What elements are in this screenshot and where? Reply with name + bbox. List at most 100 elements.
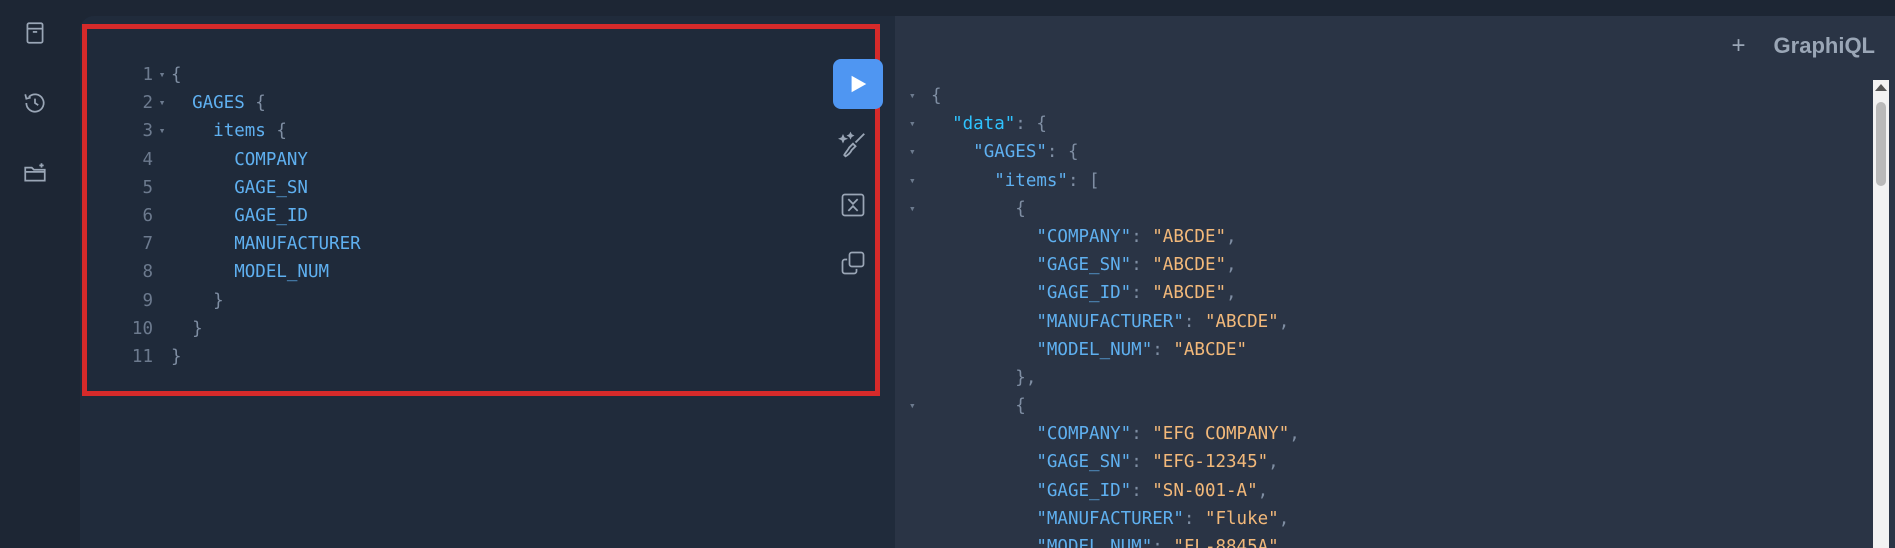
- scroll-thumb[interactable]: [1876, 102, 1886, 186]
- brand-logo: GraphiQL: [1773, 33, 1875, 58]
- result-text: {: [1015, 396, 1026, 417]
- fold-gutter: [153, 258, 171, 286]
- result-line: "GAGE_ID": "ABCDE",: [909, 279, 1300, 307]
- result-line: ▾ "items": [: [909, 167, 1300, 195]
- code-text: {: [171, 65, 182, 85]
- code-text: GAGE_ID: [234, 205, 308, 226]
- result-line: "COMPANY": "ABCDE",: [909, 223, 1300, 251]
- fold-toggle-icon[interactable]: ▾: [909, 167, 931, 195]
- fold-toggle-icon[interactable]: ▾: [153, 61, 171, 89]
- result-text: "GAGE_ID": "SN-001-A",: [1036, 480, 1269, 501]
- query-editor-pane: 1 ▾{2 ▾ GAGES {3 ▾ items {4 COMPANY 5 GAGE_S…: [80, 16, 895, 548]
- result-line: "MODEL_NUM": "FL-8845A": [909, 533, 1300, 548]
- query-editor[interactable]: 1 ▾{2 ▾ GAGES {3 ▾ items {4 COMPANY 5 GAGE_S…: [82, 24, 883, 396]
- result-text: "items": [: [994, 170, 1100, 191]
- sidebar: [0, 0, 72, 548]
- line-number: 4: [142, 149, 153, 170]
- result-line: "MODEL_NUM": "ABCDE": [909, 336, 1300, 364]
- result-line: ▾ "GAGES": {: [909, 138, 1300, 166]
- result-text: "MODEL_NUM": "ABCDE": [1036, 339, 1248, 360]
- history-icon[interactable]: [20, 88, 50, 118]
- fold-gutter: [153, 230, 171, 258]
- result-text: {: [931, 86, 942, 106]
- code-line[interactable]: 5 GAGE_SN: [115, 174, 361, 202]
- fold-gutter: [153, 202, 171, 230]
- code-line[interactable]: 4 COMPANY: [115, 146, 361, 174]
- copy-query-button[interactable]: [829, 239, 877, 287]
- code-text: MODEL_NUM: [234, 262, 330, 283]
- fold-gutter: [909, 505, 931, 533]
- result-line: ▾ "data": {: [909, 110, 1300, 138]
- result-text: "COMPANY": "ABCDE",: [1036, 226, 1237, 247]
- line-number: 2: [142, 93, 153, 114]
- code-line[interactable]: 9 }: [115, 287, 361, 315]
- scroll-up-arrow[interactable]: [1875, 84, 1887, 91]
- fold-gutter: [153, 343, 171, 371]
- result-scrollbar[interactable]: [1873, 80, 1889, 548]
- fold-toggle-icon[interactable]: ▾: [909, 82, 931, 110]
- code-line[interactable]: 6 GAGE_ID: [115, 202, 361, 230]
- code-line[interactable]: 10 }: [115, 315, 361, 343]
- result-line: "GAGE_SN": "ABCDE",: [909, 251, 1300, 279]
- result-line: "MANUFACTURER": "Fluke",: [909, 505, 1300, 533]
- result-line: "MANUFACTURER": "ABCDE",: [909, 308, 1300, 336]
- code-text: GAGES {: [192, 93, 266, 114]
- fold-gutter: [909, 477, 931, 505]
- result-pane: + GraphiQL ▾{▾ "data": {▾ "GAGES": {▾ "i…: [895, 16, 1895, 548]
- code-line[interactable]: 1 ▾{: [115, 61, 361, 89]
- line-number: 3: [142, 121, 153, 142]
- result-line: },: [909, 364, 1300, 392]
- query-code[interactable]: 1 ▾{2 ▾ GAGES {3 ▾ items {4 COMPANY 5 GAGE_S…: [115, 61, 361, 371]
- docs-icon[interactable]: [20, 18, 50, 48]
- code-line[interactable]: 3 ▾ items {: [115, 117, 361, 145]
- result-line: ▾ {: [909, 195, 1300, 223]
- prettify-icon: [838, 131, 865, 158]
- fold-gutter: [153, 174, 171, 202]
- fold-gutter: [909, 223, 931, 251]
- line-number: 7: [142, 234, 153, 255]
- result-text: "GAGE_ID": "ABCDE",: [1036, 283, 1237, 304]
- fold-gutter: [909, 448, 931, 476]
- run-query-button[interactable]: [833, 59, 883, 109]
- prettify-button[interactable]: [829, 121, 877, 169]
- result-text: "MANUFACTURER": "Fluke",: [1036, 508, 1290, 529]
- line-number: 5: [142, 177, 153, 198]
- fold-toggle-icon[interactable]: ▾: [909, 110, 931, 138]
- code-text: items {: [213, 121, 287, 142]
- fold-toggle-icon[interactable]: ▾: [153, 117, 171, 145]
- result-text: {: [1015, 198, 1026, 219]
- fold-gutter: [153, 287, 171, 315]
- main-panel: 1 ▾{2 ▾ GAGES {3 ▾ items {4 COMPANY 5 GAGE_S…: [80, 16, 1895, 548]
- fold-toggle-icon[interactable]: ▾: [909, 195, 931, 223]
- add-tab-button[interactable]: +: [1732, 32, 1746, 60]
- line-number: 11: [131, 346, 153, 367]
- result-text: "COMPANY": "EFG COMPANY",: [1036, 424, 1300, 445]
- result-line: "GAGE_ID": "SN-001-A",: [909, 477, 1300, 505]
- merge-fragments-button[interactable]: [829, 181, 877, 229]
- code-line[interactable]: 11}: [115, 343, 361, 371]
- fold-toggle-icon[interactable]: ▾: [909, 138, 931, 166]
- result-viewer[interactable]: ▾{▾ "data": {▾ "GAGES": {▾ "items": [▾ {…: [909, 82, 1300, 548]
- code-line[interactable]: 7 MANUFACTURER: [115, 230, 361, 258]
- folder-add-icon[interactable]: [20, 158, 50, 188]
- result-text: "GAGE_SN": "ABCDE",: [1036, 255, 1237, 276]
- line-number: 8: [142, 262, 153, 283]
- result-text: "MANUFACTURER": "ABCDE",: [1036, 311, 1290, 332]
- fold-toggle-icon[interactable]: ▾: [909, 392, 931, 420]
- fold-gutter: [153, 315, 171, 343]
- play-icon: [851, 75, 867, 93]
- code-text: }: [192, 318, 203, 339]
- fold-gutter: [909, 251, 931, 279]
- line-number: 6: [142, 205, 153, 226]
- result-line: "GAGE_SN": "EFG-12345",: [909, 448, 1300, 476]
- result-line: "COMPANY": "EFG COMPANY",: [909, 420, 1300, 448]
- code-line[interactable]: 2 ▾ GAGES {: [115, 89, 361, 117]
- code-text: }: [171, 346, 182, 367]
- fold-gutter: [909, 364, 931, 392]
- line-number: 10: [131, 318, 153, 339]
- fold-toggle-icon[interactable]: ▾: [153, 89, 171, 117]
- code-line[interactable]: 8 MODEL_NUM: [115, 258, 361, 286]
- code-text: MANUFACTURER: [234, 234, 361, 255]
- result-line: ▾{: [909, 82, 1300, 110]
- result-text: "MODEL_NUM": "FL-8845A": [1036, 537, 1279, 548]
